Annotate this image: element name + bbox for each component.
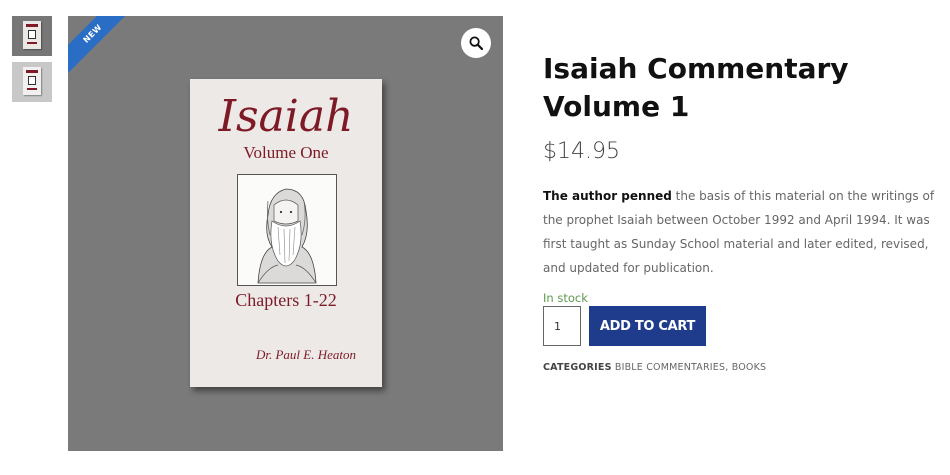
categories-label: CATEGORIES [543,362,612,373]
product-price: $14.95 [543,139,620,164]
thumbnail-2[interactable] [12,62,52,102]
book-cover-author: Dr. Paul E. Heaton [255,347,357,362]
book-cover-image: Isaiah Volume One Chapters 1-22 Dr. Paul… [190,79,382,387]
add-to-cart-button[interactable]: ADD TO CART [589,306,706,346]
product-image-gallery[interactable]: NEW Isaiah Volume One Chapters 1-22 Dr. … [68,16,503,451]
new-badge: NEW [68,16,136,77]
zoom-button[interactable] [461,28,491,58]
magnifier-icon [469,36,483,50]
add-to-cart-form: ADD TO CART [543,306,943,346]
thumbnail-book-image [23,21,41,49]
product-summary: Isaiah Commentary Volume 1 $14.95 The au… [543,50,943,373]
thumbnail-book-image [23,67,41,95]
book-cover-subtitle: Volume One [243,143,329,162]
thumbnail-1[interactable] [12,16,52,56]
product-categories: CATEGORIES BIBLE COMMENTARIES, BOOKS [543,362,943,373]
quantity-input[interactable] [543,306,581,346]
book-cover-title: Isaiah [218,91,354,142]
description-lead: The author penned [543,189,672,203]
product-description: The author penned the basis of this mate… [543,184,938,280]
product-title: Isaiah Commentary Volume 1 [543,52,849,123]
stock-status: In stock [543,291,588,305]
book-cover-chapters: Chapters 1-22 [235,290,337,310]
category-link-books[interactable]: BOOKS [732,362,767,373]
category-link-bible-commentaries[interactable]: BIBLE COMMENTARIES [615,362,725,373]
thumbnail-list [12,16,52,108]
prophet-portrait-image [237,174,337,286]
